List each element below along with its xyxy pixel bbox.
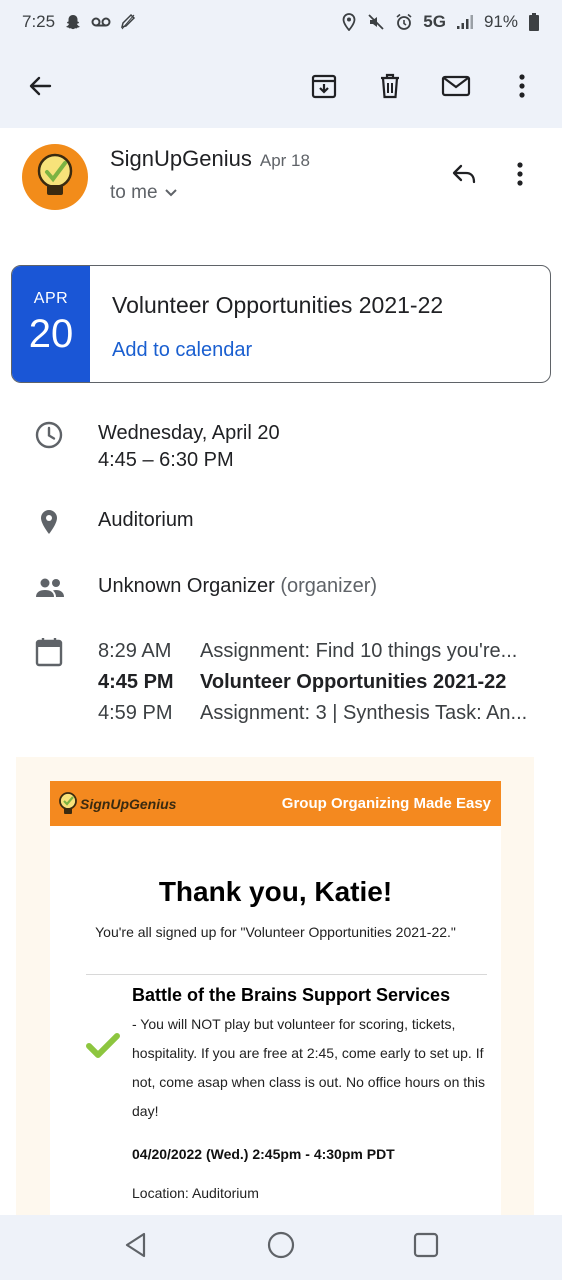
signup-slot: Battle of the Brains Support Services - … — [50, 975, 501, 1201]
agenda-title: Assignment: 3 | Synthesis Task: An... — [200, 702, 528, 724]
message-more-icon[interactable] — [498, 152, 542, 196]
checkmark-icon — [86, 1033, 120, 1064]
email-tagline: Group Organizing Made Easy — [281, 795, 491, 812]
email-subheading: You're all signed up for "Volunteer Oppo… — [95, 924, 456, 940]
sender-row: SignUpGenius Apr 18 to me — [0, 128, 562, 238]
email-header-banner: SignUpGenius Group Organizing Made Easy — [50, 781, 501, 826]
signal-icon — [456, 14, 474, 30]
snapchat-icon — [64, 13, 82, 31]
delete-icon[interactable] — [368, 64, 412, 108]
event-card[interactable]: APR 20 Volunteer Opportunities 2021-22 A… — [11, 265, 551, 383]
email-heading: Thank you, Katie! — [158, 876, 393, 907]
agenda-item-current[interactable]: 4:45 PM Volunteer Opportunities 2021-22 — [98, 667, 542, 698]
status-bar: 7:25 5G 91% — [0, 0, 562, 44]
event-day: 20 — [28, 312, 74, 356]
event-location-detail: Auditorium — [0, 507, 562, 542]
agenda-title: Assignment: Find 10 things you're... — [200, 640, 518, 662]
event-date-block: APR 20 — [12, 266, 90, 382]
agenda-item[interactable]: 8:29 AM Assignment: Find 10 things you'r… — [98, 636, 542, 667]
organizer-name: Unknown Organizer — [98, 575, 275, 597]
sender-avatar[interactable] — [22, 144, 88, 210]
clock-icon — [0, 420, 98, 474]
app-bar — [0, 44, 562, 128]
agenda-time: 4:45 PM — [98, 671, 174, 693]
recipient-label: to me — [110, 182, 158, 203]
event-title: Volunteer Opportunities 2021-22 — [112, 292, 444, 318]
system-nav-bar — [0, 1215, 562, 1280]
nav-home-icon[interactable] — [266, 1230, 296, 1265]
people-icon — [0, 573, 98, 608]
calendar-icon — [0, 636, 98, 729]
event-month: APR — [33, 290, 69, 307]
email-logo-text: SignUpGenius — [80, 795, 177, 812]
event-time-detail: Wednesday, April 20 4:45 – 6:30 PM — [0, 420, 562, 474]
location-icon — [341, 13, 357, 31]
agenda-time: 8:29 AM — [98, 640, 172, 662]
event-organizer-detail: Unknown Organizer (organizer) — [0, 573, 562, 608]
add-to-calendar-link[interactable]: Add to calendar — [112, 339, 443, 362]
slot-datetime: 04/20/2022 (Wed.) 2:45pm - 4:30pm PDT — [132, 1146, 395, 1162]
clock-time: 7:25 — [22, 12, 56, 31]
sender-name: SignUpGenius — [110, 146, 252, 171]
voicemail-icon — [91, 16, 111, 28]
pen-off-icon — [120, 13, 136, 31]
network-type: 5G — [423, 12, 446, 31]
event-location-text: Auditorium — [98, 509, 194, 531]
mute-icon — [367, 13, 385, 31]
nav-recents-icon[interactable] — [412, 1231, 440, 1264]
recipient-toggle[interactable]: to me — [110, 182, 310, 204]
agenda-title: Volunteer Opportunities 2021-22 — [200, 671, 507, 693]
organizer-role: (organizer) — [280, 575, 378, 597]
back-arrow-icon[interactable] — [18, 64, 62, 108]
more-vert-icon[interactable] — [500, 64, 544, 108]
agenda-time: 4:59 PM — [98, 702, 173, 724]
slot-title: Battle of the Brains Support Services — [132, 985, 451, 1005]
battery-percent: 91% — [483, 12, 518, 31]
signupgenius-logo[interactable]: SignUpGenius — [58, 791, 177, 816]
email-content: SignUpGenius Group Organizing Made Easy … — [50, 781, 501, 1215]
event-date-text: Wednesday, April 20 — [98, 422, 280, 444]
slot-description: - You will NOT play but volunteer for sc… — [132, 1016, 486, 1119]
battery-icon — [528, 13, 540, 31]
message-date: Apr 18 — [259, 151, 310, 170]
agenda-item[interactable]: 4:59 PM Assignment: 3 | Synthesis Task: … — [98, 698, 542, 729]
location-pin-icon — [0, 507, 98, 542]
day-agenda: 8:29 AM Assignment: Find 10 things you'r… — [0, 636, 562, 729]
archive-icon[interactable] — [302, 64, 346, 108]
reply-icon[interactable] — [442, 152, 486, 196]
mark-unread-icon[interactable] — [434, 64, 478, 108]
chevron-down-icon — [164, 182, 178, 204]
nav-back-icon[interactable] — [122, 1231, 150, 1264]
alarm-icon — [395, 13, 413, 31]
slot-location: Location: Auditorium — [132, 1185, 259, 1201]
event-time-text: 4:45 – 6:30 PM — [98, 449, 234, 471]
